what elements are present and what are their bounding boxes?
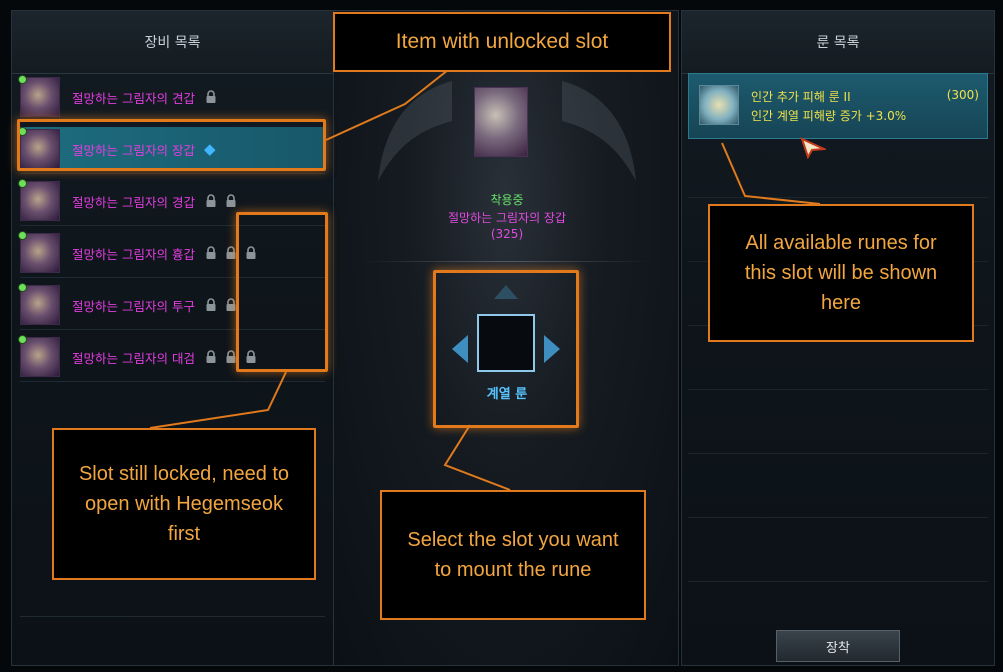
- callout-locked-slot: Slot still locked, need to open with Heg…: [52, 428, 316, 580]
- callout-available-runes: All available runes for this slot will b…: [708, 204, 974, 342]
- callout-unlocked-slot: Item with unlocked slot: [333, 12, 671, 72]
- callout-select-slot: Select the slot you want to mount the ru…: [380, 490, 646, 620]
